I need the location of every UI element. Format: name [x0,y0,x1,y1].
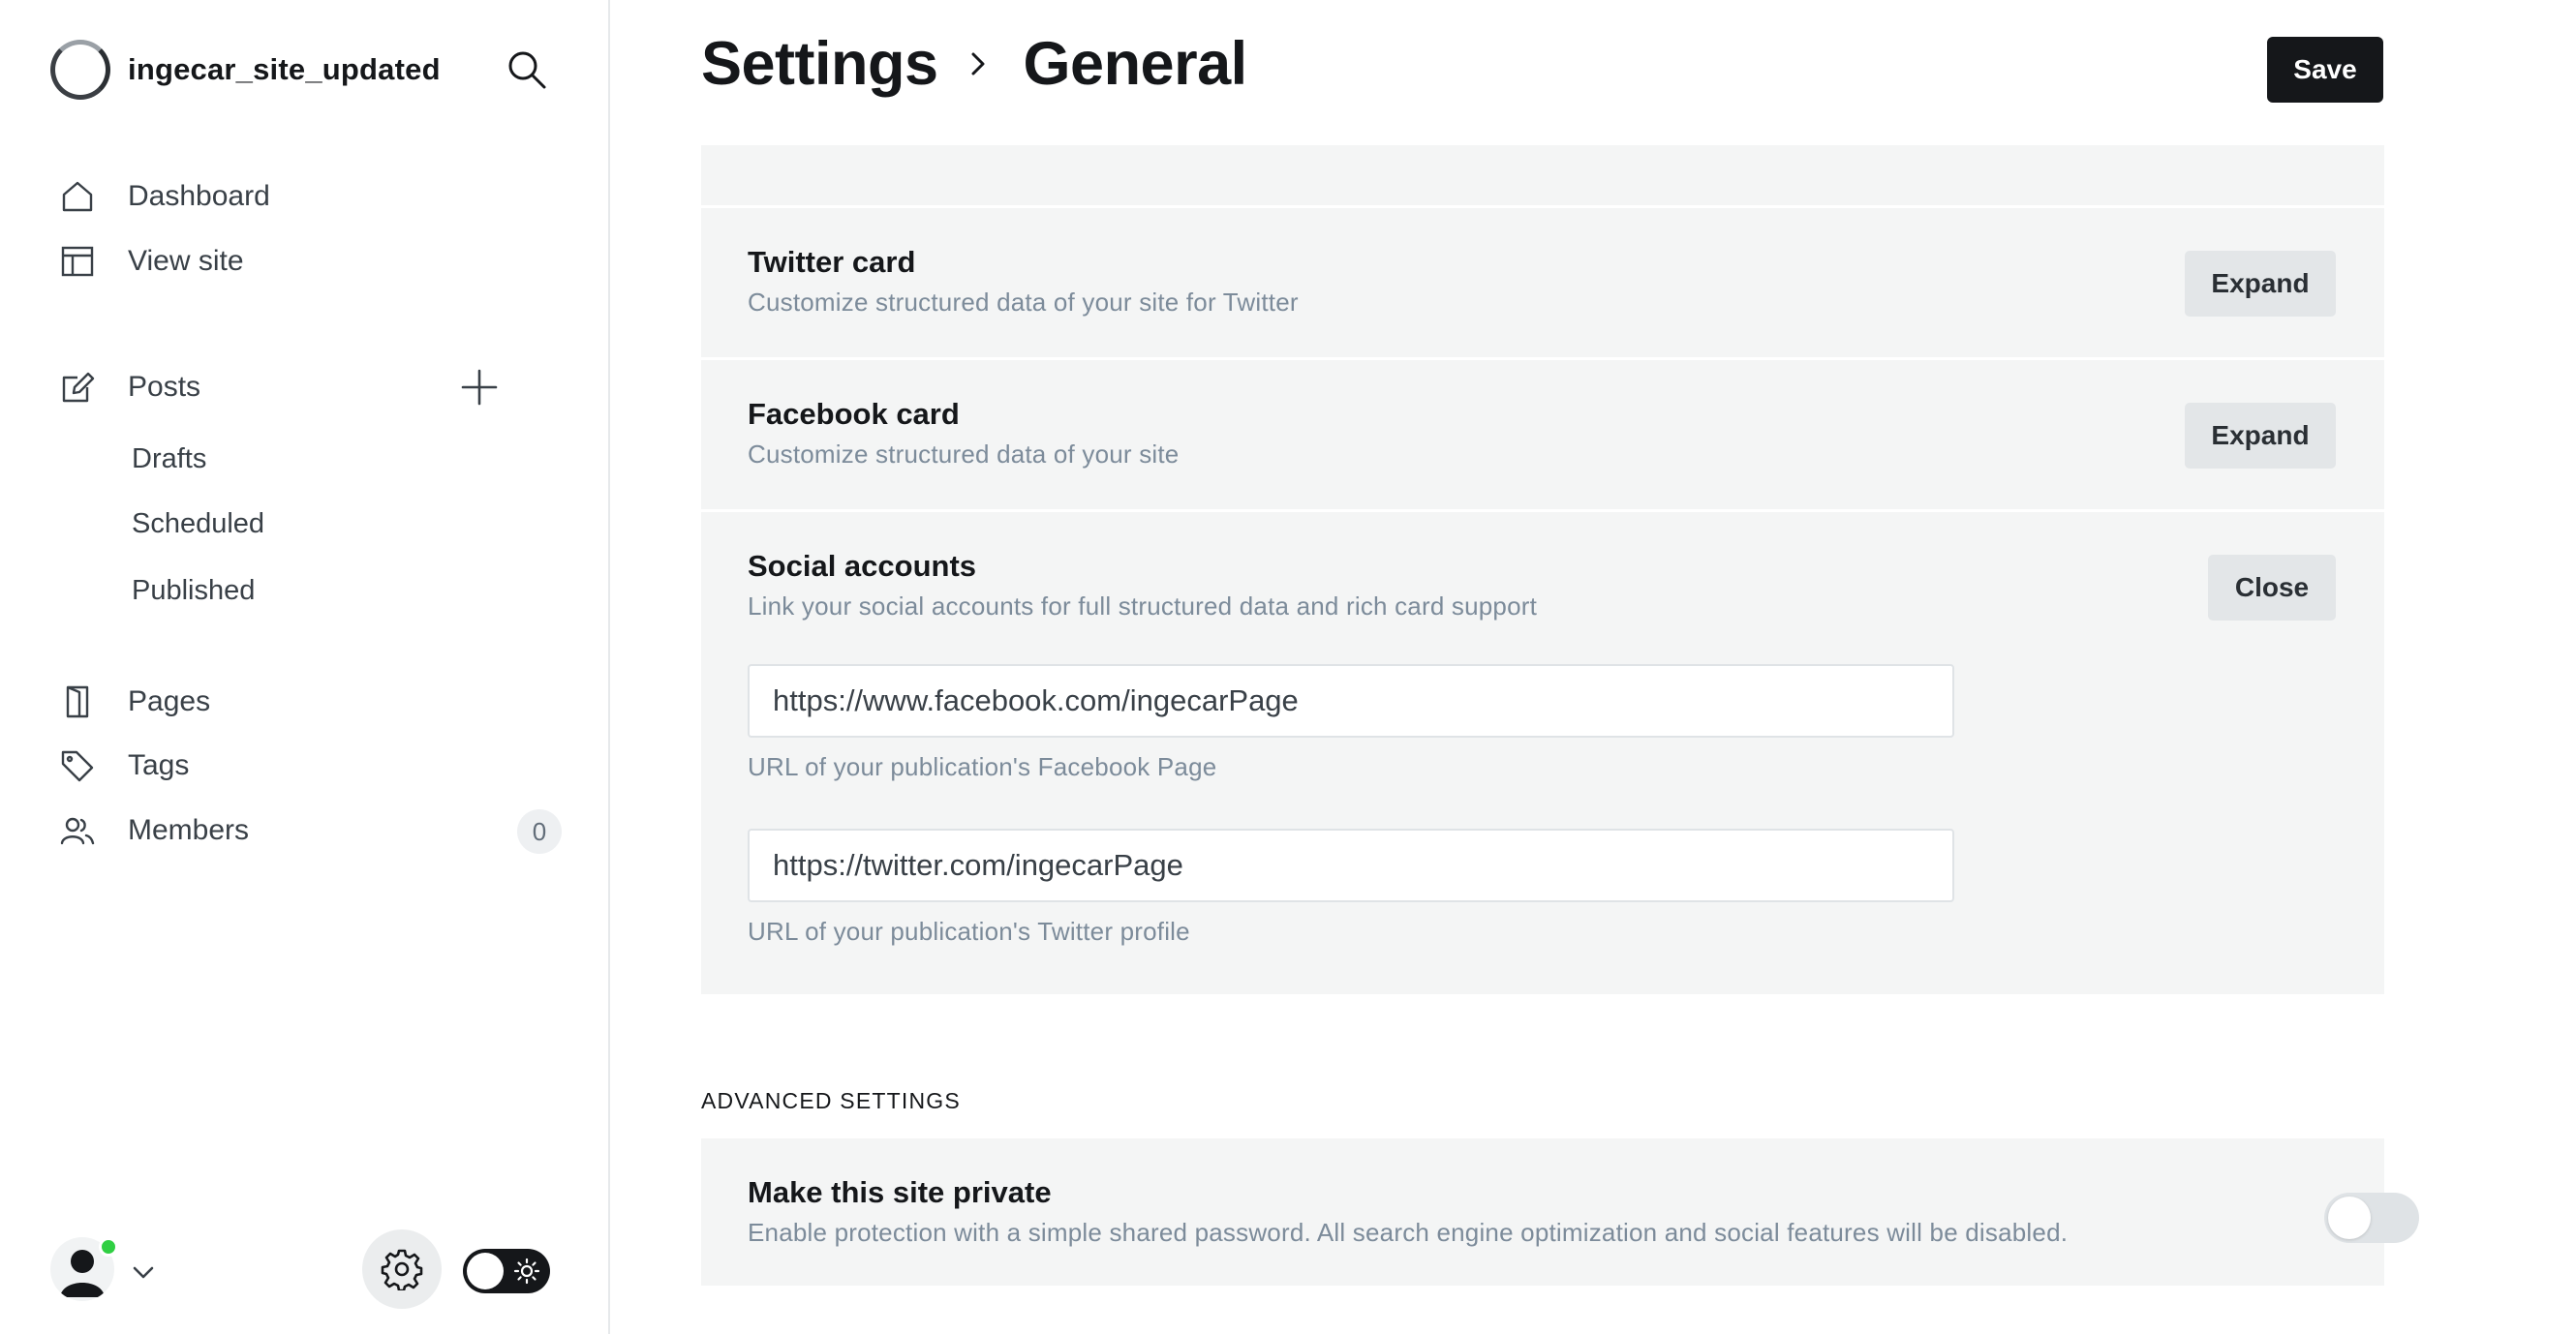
site-name: ingecar_site_updated [128,52,441,86]
twitter-card-description: Customize structured data of your site f… [748,288,1299,317]
tag-icon [58,746,97,785]
nav-label-dashboard: Dashboard [128,180,270,212]
nav-item-tags[interactable]: Tags [58,739,562,793]
panel-facebook-card: Facebook card Customize structured data … [701,360,2384,509]
page-icon [58,682,97,721]
home-icon [58,177,97,216]
chevron-down-icon[interactable] [128,1257,159,1288]
private-site-description: Enable protection with a simple shared p… [748,1218,2069,1247]
facebook-url-hint: URL of your publication's Facebook Page [748,752,1217,781]
layout-icon [58,242,97,281]
members-count-badge: 0 [517,809,562,854]
nav-item-drafts[interactable]: Drafts [132,435,206,483]
settings-main: Settings General Save Twitter card Custo… [612,0,2576,1334]
search-button[interactable] [504,46,550,93]
nav-item-scheduled[interactable]: Scheduled [132,500,264,548]
private-site-toggle-knob [2328,1197,2371,1239]
nav-item-dashboard[interactable]: Dashboard [58,169,562,224]
social-accounts-title: Social accounts [748,549,977,583]
plus-icon [461,369,498,406]
panel-twitter-card: Twitter card Customize structured data o… [701,208,2384,357]
private-site-title: Make this site private [748,1175,1052,1209]
breadcrumb-general: General [1023,30,1248,98]
search-icon [508,51,546,89]
advanced-settings-heading: ADVANCED SETTINGS [701,1088,961,1113]
facebook-card-title: Facebook card [748,397,960,431]
settings-button[interactable] [362,1229,442,1309]
nav-item-published[interactable]: Published [132,566,255,615]
private-site-toggle[interactable] [2324,1193,2419,1243]
nav-label-tags: Tags [128,749,190,781]
facebook-card-description: Customize structured data of your site [748,440,1180,469]
site-logo [50,40,110,100]
social-accounts-description: Link your social accounts for full struc… [748,591,1538,621]
nav-item-view-site[interactable]: View site [58,234,562,288]
twitter-url-hint: URL of your publication's Twitter profil… [748,917,1190,946]
panel-private-site: Make this site private Enable protection… [701,1138,2419,1286]
nav-label-members: Members [128,814,250,846]
theme-toggle-knob [467,1253,504,1289]
nav-label-view-site: View site [128,245,244,277]
twitter-card-expand-button[interactable]: Expand [2185,251,2336,317]
site-brand[interactable]: ingecar_site_updated [50,39,441,101]
new-post-button[interactable] [455,363,504,411]
facebook-url-field[interactable] [748,664,1954,738]
sidebar: ingecar_site_updated Dashboard View site… [0,0,610,1334]
online-status-dot [99,1237,118,1257]
social-accounts-close-button[interactable]: Close [2208,555,2336,621]
nav-item-members[interactable]: Members 0 [58,803,562,858]
chevron-right-icon [971,52,985,76]
breadcrumb-settings[interactable]: Settings [701,29,938,99]
twitter-card-title: Twitter card [748,245,916,279]
page-header: Settings General Save [612,0,2576,145]
nav-label-posts: Posts [128,371,201,403]
sidebar-footer [50,1228,554,1315]
edit-icon [58,368,97,407]
facebook-card-expand-button[interactable]: Expand [2185,403,2336,469]
nav-item-pages[interactable]: Pages [58,675,562,729]
theme-toggle[interactable] [463,1249,550,1293]
gear-icon [381,1249,423,1290]
users-icon [58,811,97,850]
page-title: Settings General [701,29,1247,99]
nav-label-pages: Pages [128,685,211,717]
twitter-url-field[interactable] [748,829,1954,902]
save-button[interactable]: Save [2267,37,2383,103]
panel-social-accounts: Social accounts Link your social account… [701,512,2384,994]
sun-icon [513,1258,540,1285]
